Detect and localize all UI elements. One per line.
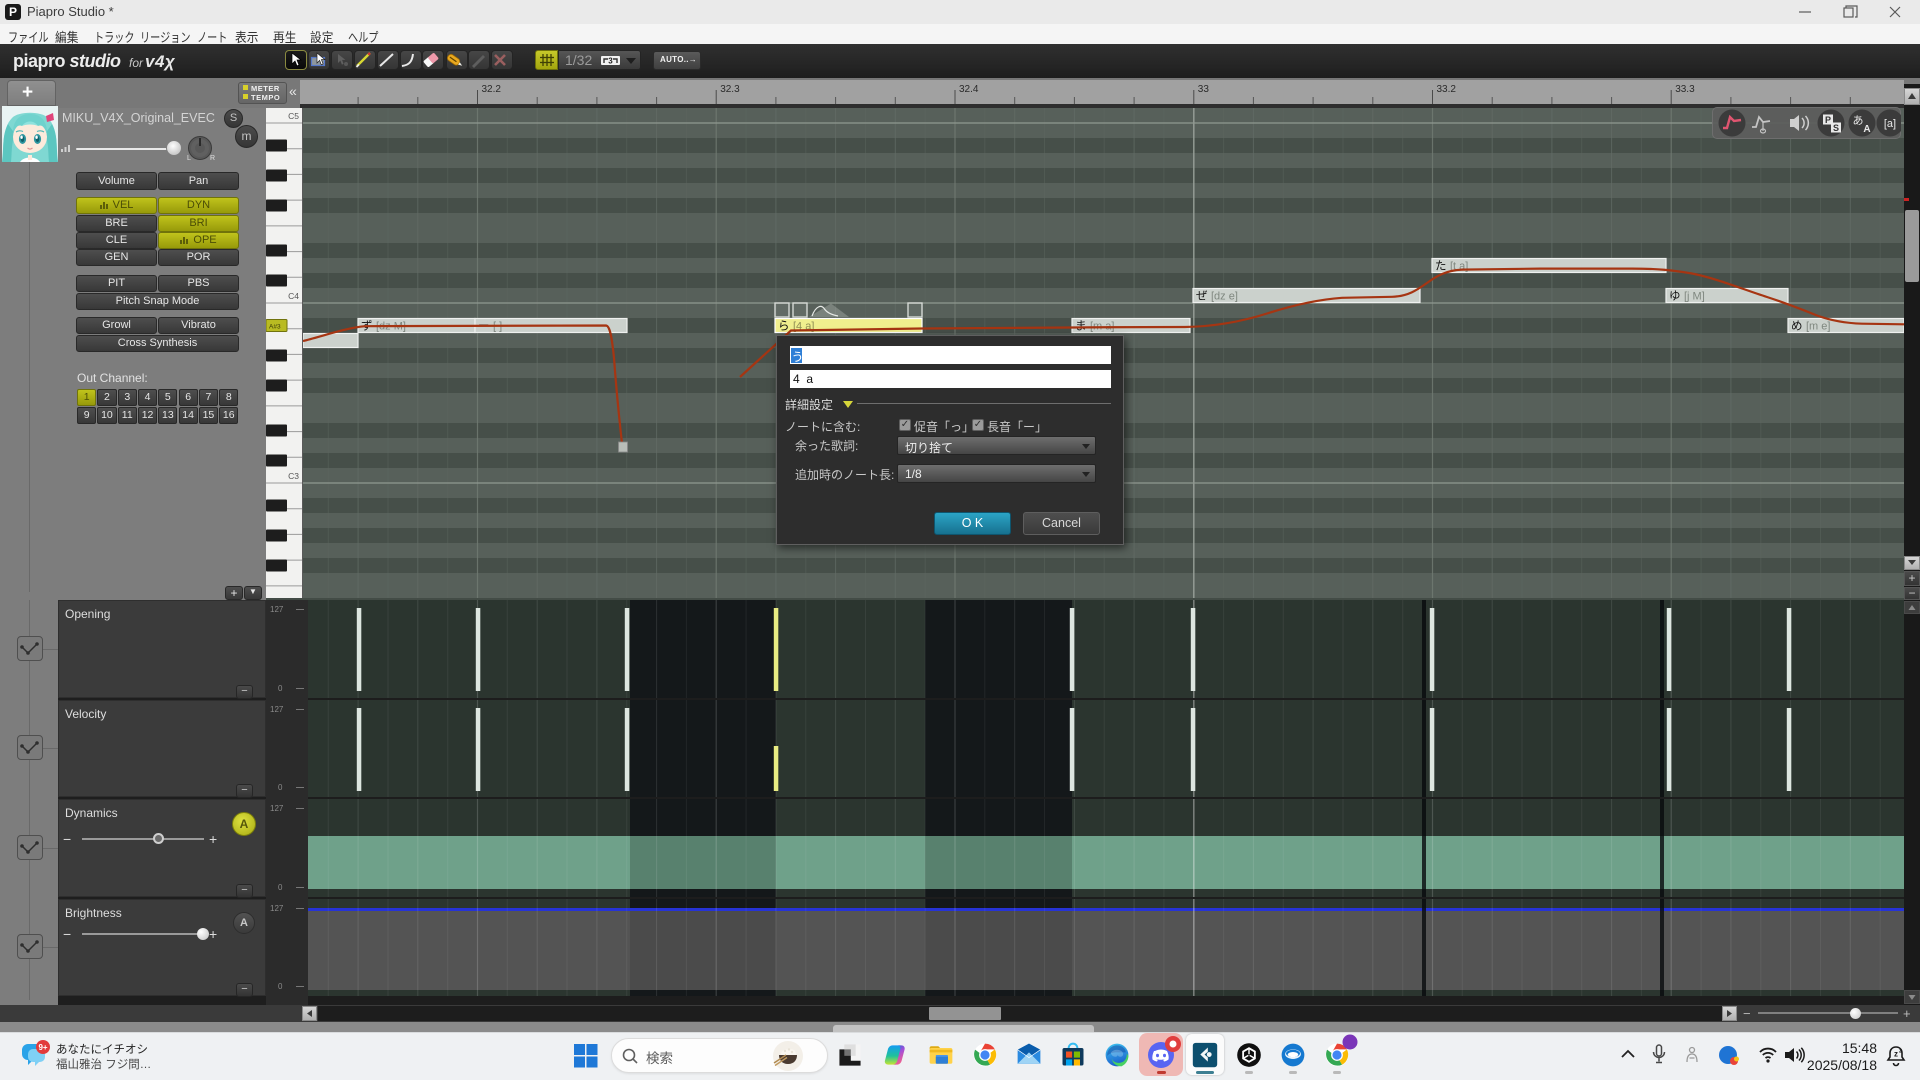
svg-text:33: 33 — [1198, 84, 1210, 95]
svg-text:C5: C5 — [288, 111, 299, 121]
svg-text:32.2: 32.2 — [482, 84, 502, 95]
svg-text:[dz e]: [dz e] — [1211, 291, 1238, 303]
svg-text:32.3: 32.3 — [720, 84, 740, 95]
svg-text:[m e]: [m e] — [1806, 321, 1830, 333]
svg-text:P: P — [1825, 115, 1831, 125]
svg-text:9+: 9+ — [38, 1043, 47, 1052]
svg-text:C3: C3 — [288, 471, 299, 481]
svg-text:A: A — [1863, 124, 1870, 135]
svg-text:L: L — [187, 155, 191, 162]
svg-text:ま: ま — [1075, 320, 1087, 333]
svg-text:R: R — [210, 155, 215, 162]
svg-text:S: S — [1833, 123, 1839, 133]
svg-text:ら: ら — [778, 320, 790, 333]
svg-text:32.4: 32.4 — [959, 84, 979, 95]
svg-text:ゆ: ゆ — [1669, 290, 1681, 303]
svg-text:3: 3 — [608, 57, 613, 66]
svg-text:め: め — [1791, 320, 1803, 333]
svg-text:あ: あ — [1853, 114, 1864, 127]
svg-text:ぜ: ぜ — [1196, 290, 1208, 303]
svg-text:33.3: 33.3 — [1675, 84, 1695, 95]
svg-text:た: た — [1435, 260, 1447, 273]
svg-text:z: z — [1899, 1049, 1902, 1055]
svg-text:[j M]: [j M] — [1684, 291, 1705, 303]
svg-text:C4: C4 — [288, 291, 299, 301]
svg-text:[a]: [a] — [1884, 118, 1896, 130]
svg-text:A#3: A#3 — [269, 324, 281, 331]
svg-text:z: z — [1894, 1050, 1898, 1059]
svg-text:33.2: 33.2 — [1437, 84, 1457, 95]
